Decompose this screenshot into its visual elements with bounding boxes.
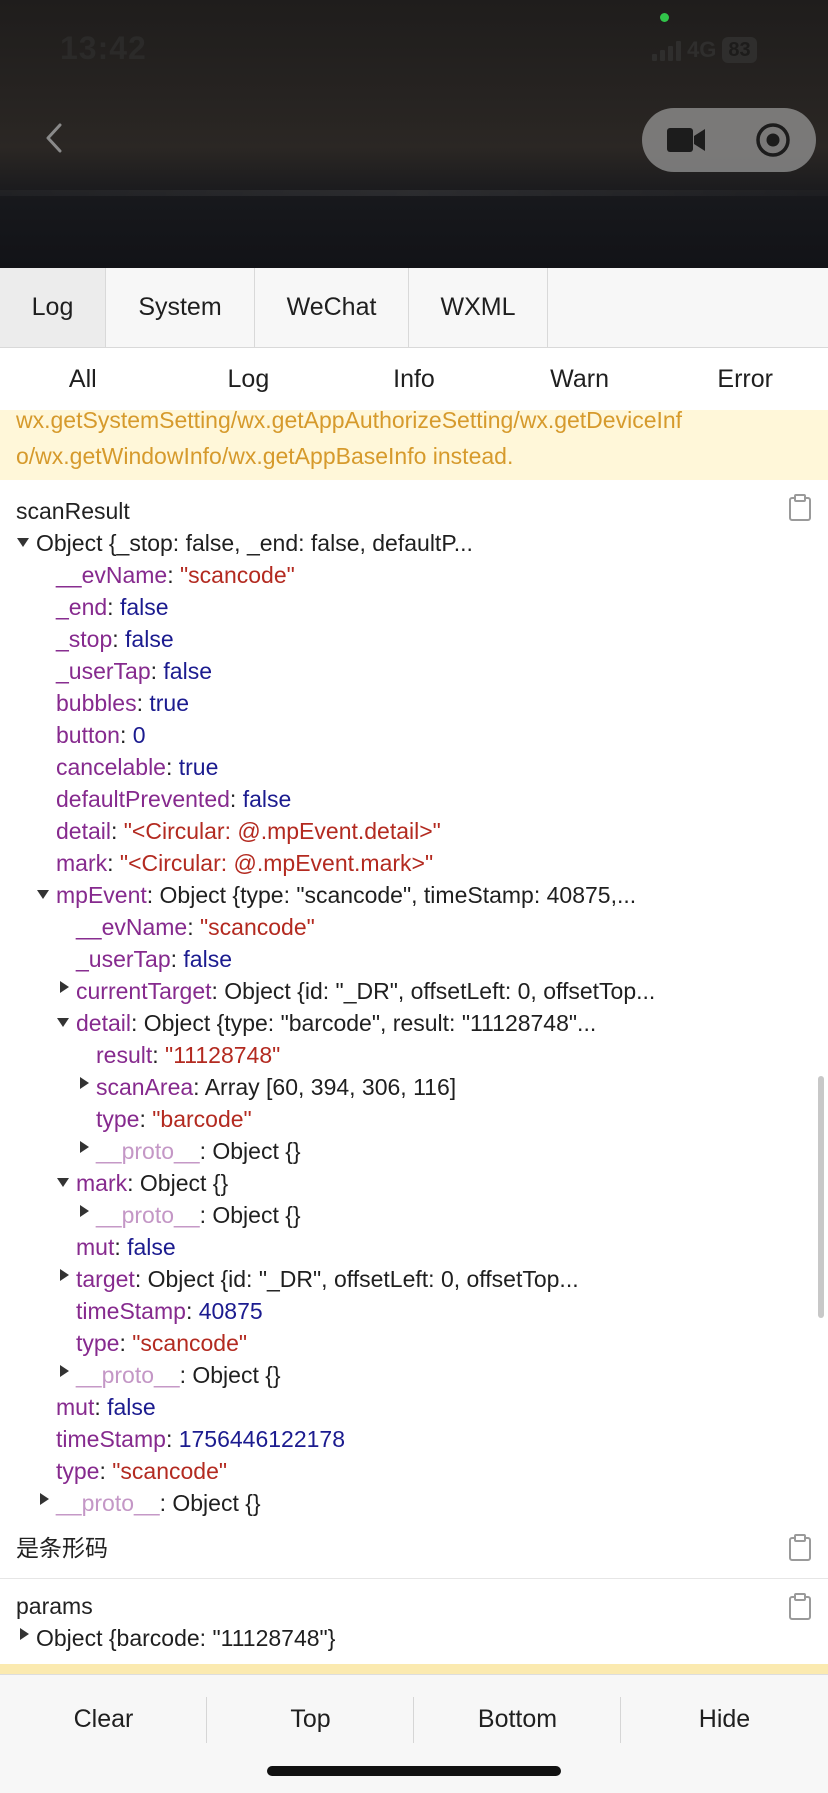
property-row: type: "scancode" (76, 1330, 248, 1356)
property-row-expandable[interactable]: __proto__: Object {} (56, 1487, 261, 1519)
top-button[interactable]: Top (207, 1675, 414, 1763)
network-label: 4G (687, 37, 717, 62)
property-row: timeStamp: 1756446122178 (56, 1426, 346, 1452)
object-summary[interactable]: Object {barcode: "11128748"} (36, 1622, 335, 1654)
warning-text-line: o/wx.getWindowInfo/wx.getAppBaseInfo ins… (16, 443, 514, 469)
property-row: _userTap: false (56, 658, 212, 684)
camera-preview: 13:42 4G 83 (0, 0, 828, 268)
copy-icon[interactable] (788, 494, 812, 522)
expand-toggle-icon[interactable] (40, 1493, 49, 1505)
log-filter-bar: All Log Info Warn Error (0, 348, 828, 411)
property-row: detail: "<Circular: @.mpEvent.detail>" (56, 818, 441, 844)
log-entry-params: params Object {barcode: "11128748"} (0, 1579, 828, 1668)
property-row-expandable[interactable]: __proto__: Object {} (76, 1359, 281, 1391)
hide-button-label: Hide (698, 1704, 751, 1733)
panel-tabs: Log System WeChat WXML (0, 268, 828, 348)
top-button-label: Top (290, 1704, 331, 1733)
expand-toggle-icon[interactable] (80, 1077, 89, 1089)
property-row: button: 0 (56, 722, 146, 748)
status-indicators: 4G 83 (652, 36, 757, 64)
property-row: bubbles: true (56, 690, 189, 716)
property-row: __evName: "scancode" (56, 562, 295, 588)
filter-warn[interactable]: Warn (497, 348, 663, 410)
chevron-left-icon (46, 123, 62, 153)
property-row: __evName: "scancode" (76, 914, 315, 940)
expand-toggle-icon[interactable] (60, 1269, 69, 1281)
property-row: mark: "<Circular: @.mpEvent.mark>" (56, 850, 434, 876)
property-row: type: "barcode" (96, 1106, 252, 1132)
battery-icon: 83 (722, 37, 757, 63)
property-row-expandable[interactable]: __proto__: Object {} (96, 1135, 301, 1167)
copy-icon[interactable] (788, 1534, 812, 1562)
video-camera-icon (666, 128, 705, 152)
log-list[interactable]: wx.getSystemSetting/wx.getAppAuthorizeSe… (0, 410, 828, 1668)
object-summary[interactable]: Object {_stop: false, _end: false, defau… (36, 527, 473, 559)
expand-toggle-icon[interactable] (20, 1628, 29, 1640)
camera-streak (0, 190, 828, 196)
property-row-expandable[interactable]: target: Object {id: "_DR", offsetLeft: 0… (76, 1263, 579, 1295)
log-entry-scan-result: scanResult Object {_stop: false, _end: f… (0, 480, 828, 1590)
video-camera-button[interactable] (642, 108, 729, 172)
home-indicator (267, 1766, 561, 1776)
property-row-expandable[interactable]: currentTarget: Object {id: "_DR", offset… (76, 975, 655, 1007)
clear-button-label: Clear (73, 1704, 134, 1733)
expand-toggle-icon[interactable] (37, 890, 49, 899)
tab-wechat[interactable]: WeChat (255, 268, 409, 347)
property-row: mut: false (76, 1234, 176, 1260)
property-row: type: "scancode" (56, 1458, 228, 1484)
tab-wxml[interactable]: WXML (409, 268, 548, 347)
warning-entry-edge (0, 1664, 828, 1674)
privacy-indicator-dot (660, 13, 669, 22)
filter-log[interactable]: Log (166, 348, 332, 410)
filter-info[interactable]: Info (331, 348, 497, 410)
bottom-button[interactable]: Bottom (414, 1675, 621, 1763)
expand-toggle-icon[interactable] (57, 1018, 69, 1027)
property-row-expandable[interactable]: detail: Object {type: "barcode", result:… (76, 1007, 596, 1039)
warning-log-entry: wx.getSystemSetting/wx.getAppAuthorizeSe… (0, 410, 828, 481)
property-row: defaultPrevented: false (56, 786, 292, 812)
status-time: 13:42 (60, 30, 147, 66)
expand-toggle-icon[interactable] (80, 1141, 89, 1153)
property-row: timeStamp: 40875 (76, 1298, 263, 1324)
property-row: _stop: false (56, 626, 174, 652)
property-row: _userTap: false (76, 946, 232, 972)
back-button[interactable] (36, 116, 72, 160)
filter-error[interactable]: Error (662, 348, 828, 410)
clear-button[interactable]: Clear (0, 1675, 207, 1763)
property-row: _end: false (56, 594, 169, 620)
property-row: mut: false (56, 1394, 156, 1420)
expand-toggle-icon[interactable] (17, 538, 29, 547)
expand-toggle-icon[interactable] (60, 1365, 69, 1377)
hide-button[interactable]: Hide (621, 1675, 828, 1763)
property-row: result: "11128748" (96, 1042, 281, 1068)
property-row-expandable[interactable]: mark: Object {} (76, 1167, 228, 1199)
scrollbar-thumb[interactable] (818, 1076, 824, 1318)
property-row: cancelable: true (56, 754, 219, 780)
expand-toggle-icon[interactable] (80, 1205, 89, 1217)
expand-toggle-icon[interactable] (57, 1178, 69, 1187)
expand-toggle-icon[interactable] (60, 981, 69, 993)
record-button[interactable] (729, 108, 816, 172)
log-label: scanResult (16, 498, 130, 524)
record-icon (755, 123, 790, 157)
tab-log[interactable]: Log (0, 268, 106, 347)
capsule-menu (642, 108, 816, 172)
bottom-button-label: Bottom (477, 1704, 558, 1733)
warning-text-line: wx.getSystemSetting/wx.getAppAuthorizeSe… (16, 410, 683, 433)
tab-system[interactable]: System (106, 268, 255, 347)
property-row-expandable[interactable]: scanArea: Array [60, 394, 306, 116] (96, 1071, 456, 1103)
log-label: params (16, 1593, 93, 1619)
property-row-expandable[interactable]: mpEvent: Object {type: "scancode", timeS… (56, 879, 636, 911)
signal-icon (652, 39, 681, 61)
copy-icon[interactable] (788, 1593, 812, 1621)
filter-all[interactable]: All (0, 348, 166, 410)
log-message: 是条形码 (16, 1535, 108, 1561)
log-entry-message: 是条形码 (0, 1520, 828, 1579)
property-row-expandable[interactable]: __proto__: Object {} (96, 1199, 301, 1231)
